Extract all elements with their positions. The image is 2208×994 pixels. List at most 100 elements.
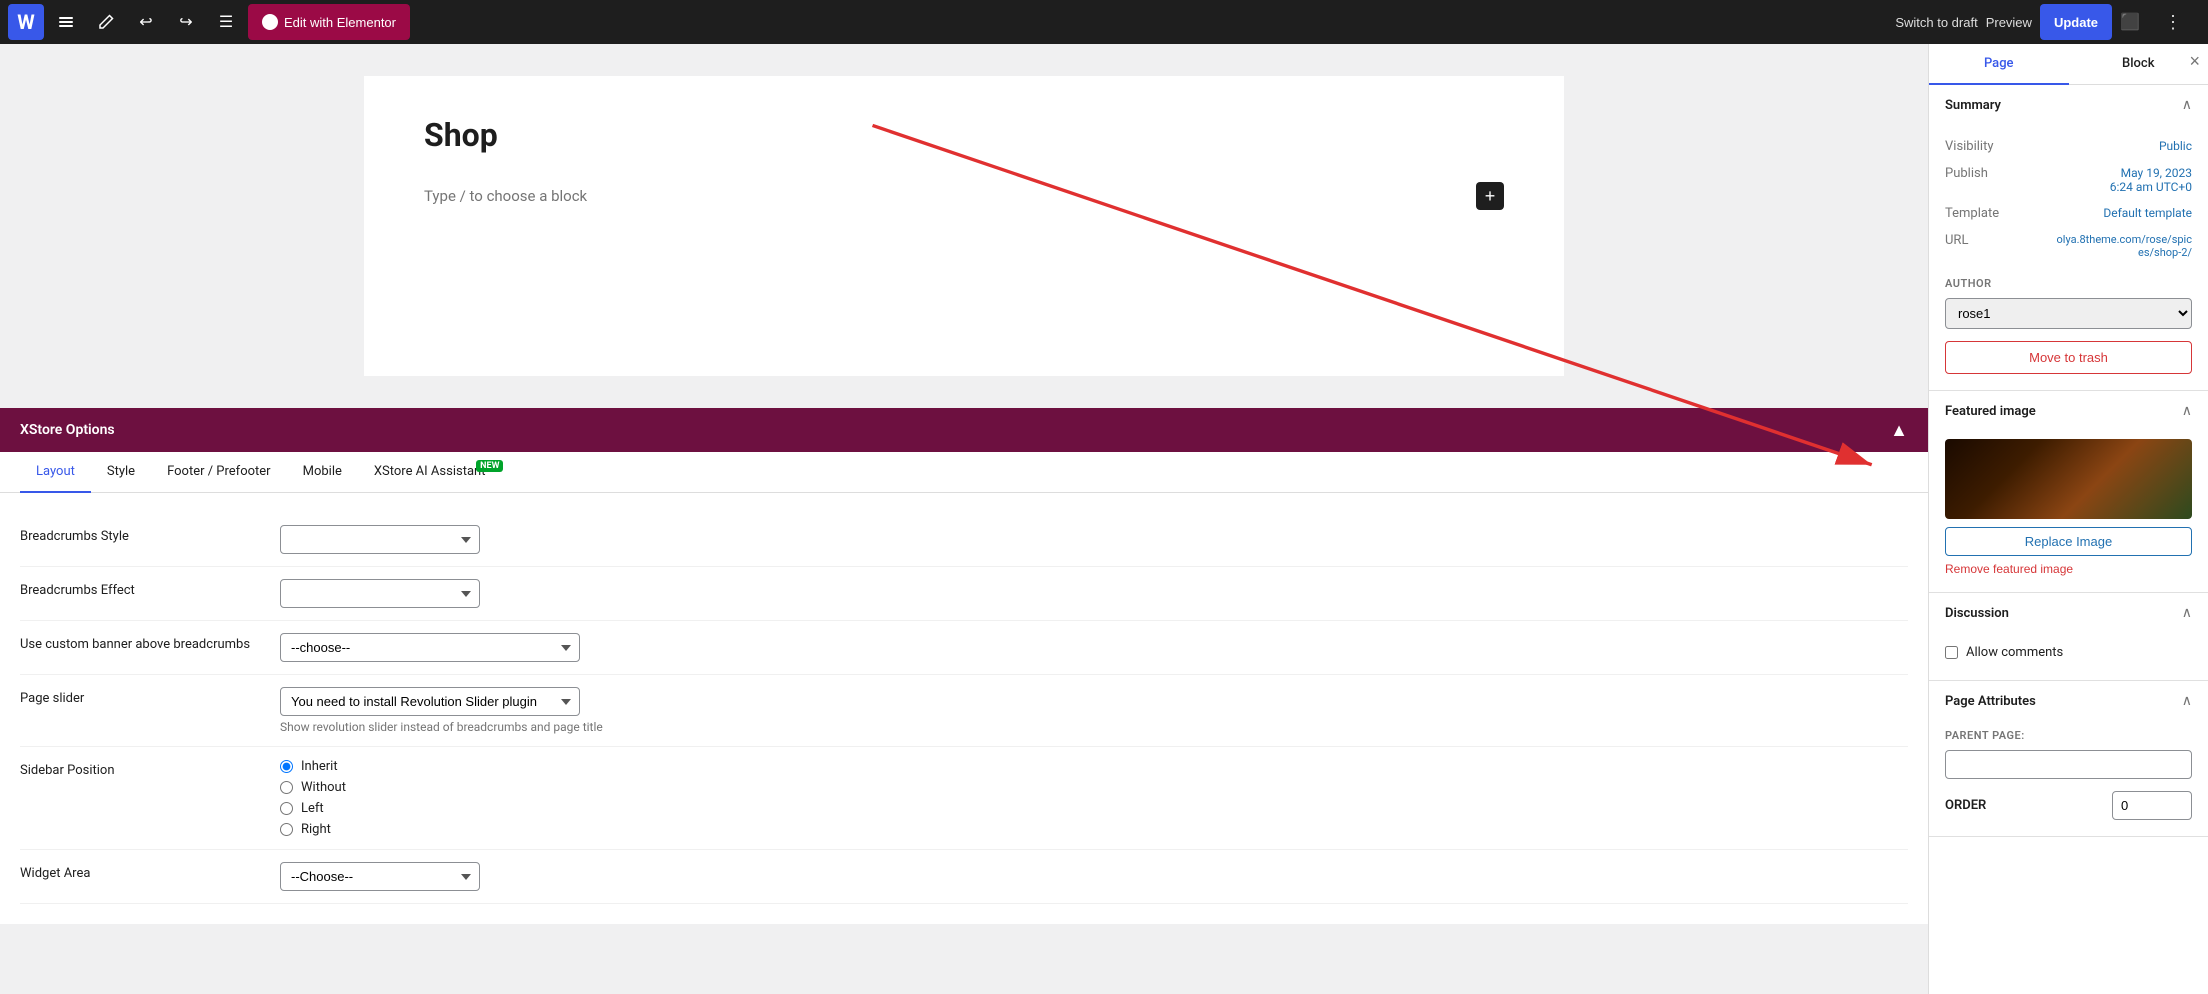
- xstore-tab-mobile[interactable]: Mobile: [287, 452, 358, 493]
- switch-to-draft-button[interactable]: Switch to draft: [1895, 15, 1977, 30]
- summary-section: Summary ∧ Visibility Public Publish May …: [1929, 85, 2208, 391]
- add-block-placeholder[interactable]: Type / to choose a block +: [424, 174, 1504, 218]
- redo-icon: ↪: [179, 12, 192, 32]
- widget-area-label: Widget Area: [20, 862, 260, 881]
- custom-banner-select[interactable]: --choose--: [280, 633, 580, 662]
- add-block-button[interactable]: +: [1476, 182, 1504, 210]
- page-attributes-section: Page Attributes ∧ PARENT PAGE: ORDER: [1929, 681, 2208, 837]
- xstore-tabs: Layout Style Footer / Prefooter Mobile X…: [0, 452, 1928, 493]
- discussion-header[interactable]: Discussion ∧: [1929, 593, 2208, 633]
- order-row: ORDER: [1945, 791, 2192, 820]
- undo-icon: ↩: [139, 12, 152, 32]
- redo-button[interactable]: ↪: [168, 4, 204, 40]
- xstore-tab-layout[interactable]: Layout: [20, 452, 91, 493]
- discussion-toggle-icon: ∧: [2182, 605, 2192, 621]
- breadcrumbs-effect-select[interactable]: FadeSlide: [280, 579, 480, 608]
- page-title[interactable]: Shop: [424, 116, 1504, 154]
- widget-area-control: --Choose--: [280, 862, 1908, 891]
- preview-button[interactable]: Preview: [1986, 15, 2032, 30]
- sidebar-without-radio[interactable]: [280, 781, 293, 794]
- parent-page-label: PARENT PAGE:: [1945, 729, 2192, 742]
- breadcrumbs-style-label: Breadcrumbs Style: [20, 525, 260, 544]
- remove-featured-image-button[interactable]: Remove featured image: [1945, 562, 2192, 576]
- list-icon: ☰: [219, 12, 233, 32]
- sidebar-position-row: Sidebar Position Inherit Without Left Ri…: [20, 747, 1908, 850]
- url-value[interactable]: olya.8theme.com/rose/spices/shop-2/: [2052, 233, 2192, 259]
- summary-toggle-icon: ∧: [2182, 97, 2192, 113]
- featured-image-header[interactable]: Featured image ∧: [1929, 391, 2208, 431]
- edit-mode-button[interactable]: [88, 4, 124, 40]
- sidebar-left-radio[interactable]: [280, 802, 293, 815]
- sidebar-inherit-radio[interactable]: [280, 760, 293, 773]
- order-label: ORDER: [1945, 798, 1986, 813]
- editor-content: Shop Type / to choose a block +: [364, 76, 1564, 376]
- xstore-tab-style[interactable]: Style: [91, 452, 151, 493]
- view-toggle-button[interactable]: ⬛: [2120, 4, 2156, 40]
- panel-close-button[interactable]: ×: [2189, 52, 2200, 70]
- panel-tabs: Page Block ×: [1929, 44, 2208, 85]
- featured-image-section: Featured image ∧ Replace Image Remove fe…: [1929, 391, 2208, 593]
- order-input[interactable]: [2112, 791, 2192, 820]
- main-layout: Shop Type / to choose a block + XStore O…: [0, 44, 2208, 994]
- discussion-section: Discussion ∧ Allow comments: [1929, 593, 2208, 681]
- page-slider-control: You need to install Revolution Slider pl…: [280, 687, 1908, 734]
- widget-area-select[interactable]: --Choose--: [280, 862, 480, 891]
- sidebar-without-option[interactable]: Without: [280, 780, 1908, 795]
- publish-date[interactable]: May 19, 2023: [2110, 166, 2192, 180]
- edit-with-elementor-button[interactable]: Edit with Elementor: [248, 4, 410, 40]
- summary-section-header[interactable]: Summary ∧: [1929, 85, 2208, 125]
- allow-comments-label[interactable]: Allow comments: [1966, 645, 2063, 660]
- template-value[interactable]: Default template: [2103, 206, 2192, 220]
- page-slider-label: Page slider: [20, 687, 260, 706]
- sidebar-right-option[interactable]: Right: [280, 822, 1908, 837]
- template-row: Template Default template: [1945, 200, 2192, 227]
- page-attributes-header[interactable]: Page Attributes ∧: [1929, 681, 2208, 721]
- visibility-label: Visibility: [1945, 139, 1994, 154]
- undo-button[interactable]: ↩: [128, 4, 164, 40]
- featured-image-body: Replace Image Remove featured image: [1929, 431, 2208, 592]
- publish-time[interactable]: 6:24 am UTC+0: [2110, 180, 2192, 194]
- summary-section-body: Visibility Public Publish May 19, 2023 6…: [1929, 125, 2208, 390]
- featured-image-actions: Replace Image Remove featured image: [1945, 527, 2192, 576]
- page-slider-row: Page slider You need to install Revoluti…: [20, 675, 1908, 747]
- visibility-row: Visibility Public: [1945, 133, 2192, 160]
- author-label: AUTHOR: [1945, 277, 2192, 290]
- page-slider-select[interactable]: You need to install Revolution Slider pl…: [280, 687, 580, 716]
- page-attributes-body: PARENT PAGE: ORDER: [1929, 721, 2208, 836]
- sidebar-inherit-option[interactable]: Inherit: [280, 759, 1908, 774]
- editor-area: Shop Type / to choose a block + XStore O…: [0, 44, 1928, 994]
- toggle-sidebar-button[interactable]: [48, 4, 84, 40]
- xstore-bar-title: XStore Options: [20, 422, 1890, 438]
- sidebar-left-option[interactable]: Left: [280, 801, 1908, 816]
- publish-label: Publish: [1945, 166, 1988, 181]
- breadcrumbs-style-select[interactable]: Style 1Style 2: [280, 525, 480, 554]
- xstore-tab-ai[interactable]: XStore AI Assistant NEW: [358, 452, 502, 493]
- summary-title: Summary: [1945, 98, 2001, 113]
- elementor-logo-icon: [262, 14, 278, 30]
- document-overview-button[interactable]: ☰: [208, 4, 244, 40]
- discussion-title: Discussion: [1945, 606, 2009, 621]
- xstore-options-bar[interactable]: XStore Options ▲: [0, 408, 1928, 452]
- more-options-button[interactable]: ⋮: [2164, 4, 2200, 40]
- sidebar-right-radio[interactable]: [280, 823, 293, 836]
- toolbar-right: Switch to draft Preview Update ⬛ ⋮: [1895, 4, 2200, 40]
- featured-image-thumbnail[interactable]: [1945, 439, 2192, 519]
- wp-logo[interactable]: W: [8, 4, 44, 40]
- move-to-trash-button[interactable]: Move to trash: [1945, 341, 2192, 374]
- update-button[interactable]: Update: [2040, 4, 2112, 40]
- replace-image-button[interactable]: Replace Image: [1945, 527, 2192, 556]
- tab-block[interactable]: Block: [2069, 44, 2208, 85]
- template-label: Template: [1945, 206, 1999, 221]
- url-label: URL: [1945, 233, 1968, 248]
- tab-page[interactable]: Page: [1929, 44, 2069, 85]
- allow-comments-checkbox[interactable]: [1945, 646, 1958, 659]
- main-toolbar: W ↩ ↪ ☰ Edit with Elementor Switch to dr…: [0, 0, 2208, 44]
- xstore-tab-footer[interactable]: Footer / Prefooter: [151, 452, 287, 493]
- breadcrumbs-effect-label: Breadcrumbs Effect: [20, 579, 260, 598]
- featured-image-toggle-icon: ∧: [2182, 403, 2192, 419]
- author-select[interactable]: rose1: [1945, 298, 2192, 329]
- parent-page-input[interactable]: [1945, 750, 2192, 779]
- xstore-bar-toggle-icon: ▲: [1890, 420, 1908, 441]
- author-section: AUTHOR rose1: [1945, 277, 2192, 329]
- visibility-value[interactable]: Public: [2159, 139, 2192, 153]
